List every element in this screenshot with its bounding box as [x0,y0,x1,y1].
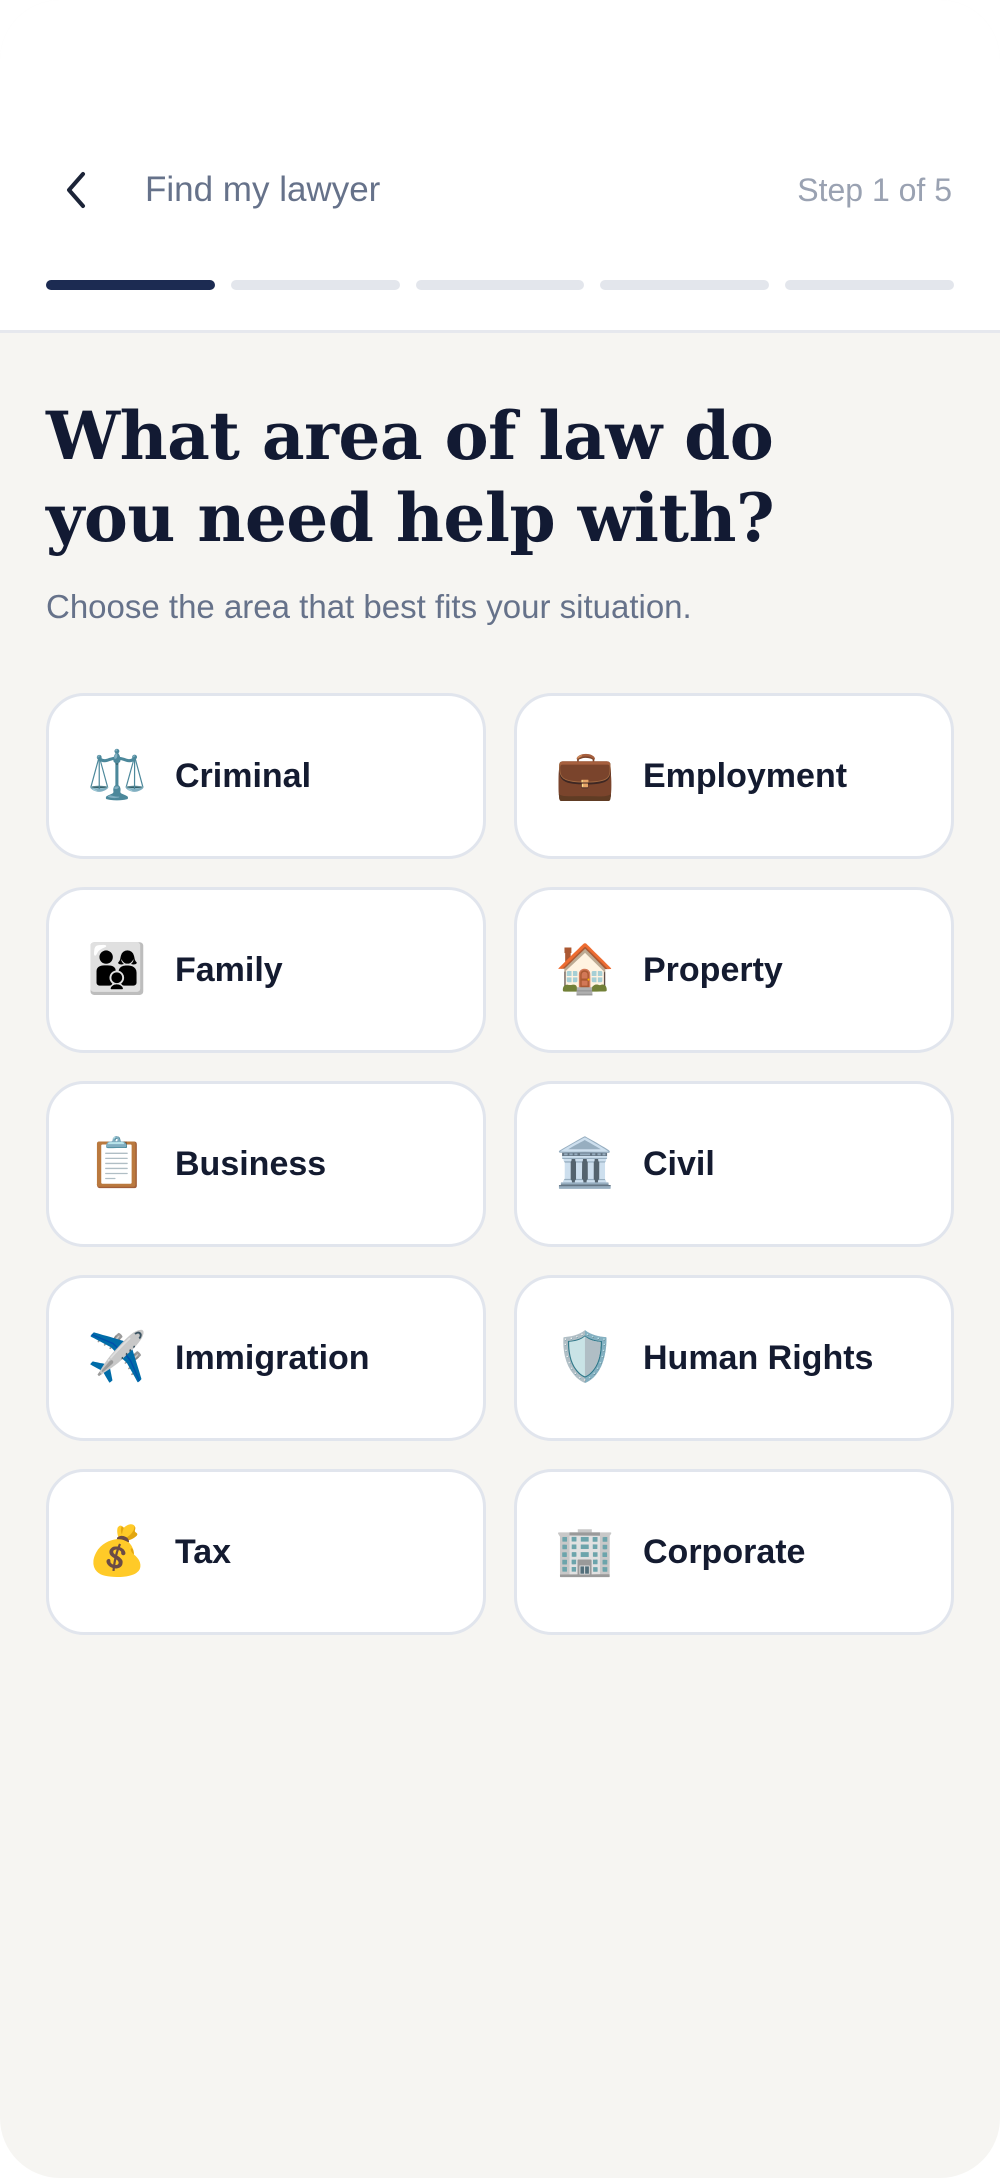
area-option-family[interactable]: 👨‍👩‍👦 Family [46,887,486,1053]
area-option-business[interactable]: 📋 Business [46,1081,486,1247]
area-option-label: Business [175,1145,327,1183]
area-option-label: Human Rights [643,1339,874,1377]
office-building-icon: 🏢 [555,1525,615,1578]
area-option-property[interactable]: 🏠 Property [514,887,954,1053]
house-icon: 🏠 [555,943,615,996]
progress-segment-3 [415,280,585,290]
area-option-label: Corporate [643,1533,806,1571]
area-option-immigration[interactable]: ✈️ Immigration [46,1275,486,1441]
shield-icon: 🛡️ [555,1331,615,1384]
classical-building-icon: 🏛️ [555,1137,615,1190]
law-area-grid: ⚖️ Criminal 💼 Employment 👨‍👩‍👦 Family 🏠 Propert… [46,693,954,1635]
area-option-employment[interactable]: 💼 Employment [514,693,954,859]
scales-icon: ⚖️ [87,749,147,802]
progress-segment-5 [785,280,954,290]
briefcase-icon: 💼 [555,749,615,802]
top-bar: Find my lawyer Step 1 of 5 [0,0,1000,333]
question-subtitle: Choose the area that best fits your situ… [46,588,692,625]
area-option-criminal[interactable]: ⚖️ Criminal [46,693,486,859]
area-option-civil[interactable]: 🏛️ Civil [514,1081,954,1247]
family-icon: 👨‍👩‍👦 [87,943,147,996]
area-option-label: Civil [643,1145,715,1183]
progress-bar [46,280,954,290]
progress-segment-1 [46,280,215,290]
app-screen: Find my lawyer Step 1 of 5 What area of … [0,0,1000,2178]
area-option-corporate[interactable]: 🏢 Corporate [514,1469,954,1635]
area-option-label: Tax [175,1533,232,1571]
question-headline: What area of law do you need help with? [46,397,775,557]
area-option-label: Criminal [175,757,312,795]
progress-segment-4 [600,280,770,290]
area-option-label: Property [643,951,783,989]
airplane-icon: ✈️ [87,1331,147,1384]
area-option-tax[interactable]: 💰 Tax [46,1469,486,1635]
area-option-label: Immigration [175,1339,370,1377]
back-button[interactable] [46,160,106,220]
area-option-label: Employment [643,757,848,795]
step-indicator: Step 1 of 5 [797,172,952,208]
chevron-left-icon [67,172,85,208]
page-title: Find my lawyer [145,170,381,209]
clipboard-icon: 📋 [87,1137,147,1190]
area-option-label: Family [175,951,283,989]
money-bag-icon: 💰 [87,1525,147,1578]
area-option-human-rights[interactable]: 🛡️ Human Rights [514,1275,954,1441]
progress-segment-2 [230,280,400,290]
main-content: What area of law do you need help with? … [46,395,954,629]
